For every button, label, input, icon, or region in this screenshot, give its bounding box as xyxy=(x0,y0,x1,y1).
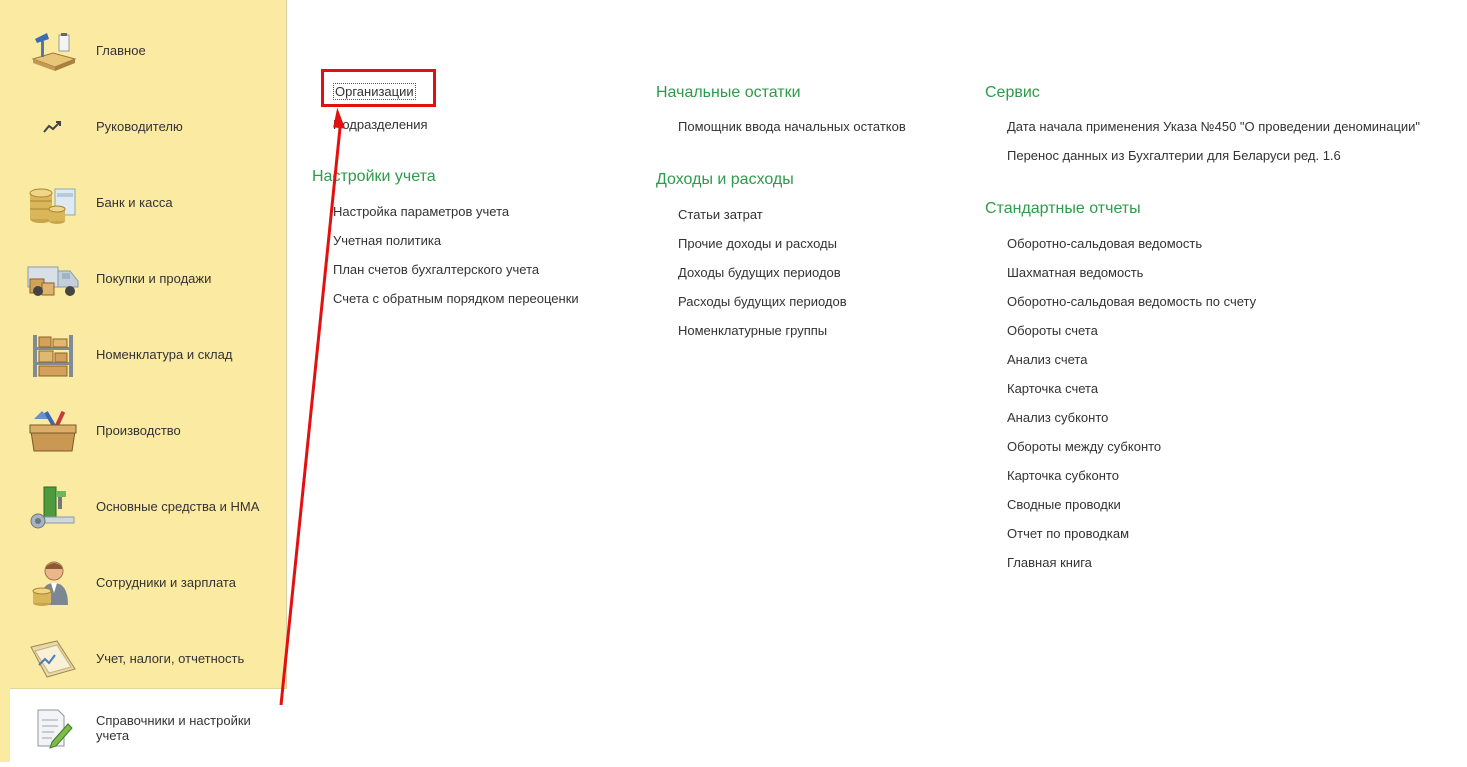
link-report-entries[interactable]: Отчет по проводкам xyxy=(1007,526,1129,541)
link-report-subconto-analysis[interactable]: Анализ субконто xyxy=(1007,410,1108,425)
link-other-income-expenses[interactable]: Прочие доходы и расходы xyxy=(678,236,837,251)
link-denomination-date[interactable]: Дата начала применения Указа №450 "О про… xyxy=(1007,119,1420,134)
sidebar-item-label: Справочники и настройки учета xyxy=(96,713,251,743)
link-data-transfer[interactable]: Перенос данных из Бухгалтерии для Белару… xyxy=(1007,148,1341,163)
sidebar-item-reports[interactable]: Учет, налоги, отчетность xyxy=(10,620,286,697)
sidebar-item-label: Главное xyxy=(96,43,146,58)
sidebar-item-references[interactable]: Справочники и настройки учета xyxy=(10,688,287,767)
coins-icon xyxy=(10,175,96,231)
sidebar-item-label: Сотрудники и зарплата xyxy=(96,575,236,590)
sidebar-item-label: Руководителю xyxy=(96,119,183,134)
sidebar: Главное Руководителю Банк и касса Покупк… xyxy=(0,0,287,767)
heading-accounting-settings: Настройки учета xyxy=(312,168,436,185)
link-report-chess[interactable]: Шахматная ведомость xyxy=(1007,265,1143,280)
trend-chart-icon xyxy=(10,99,96,155)
link-accounting-policy[interactable]: Учетная политика xyxy=(333,233,441,248)
link-report-subconto-turnover[interactable]: Обороты между субконто xyxy=(1007,439,1161,454)
sidebar-item-employees[interactable]: Сотрудники и зарплата xyxy=(10,544,286,621)
employee-icon xyxy=(10,555,96,611)
reports-folder-icon xyxy=(10,631,96,687)
sidebar-item-production[interactable]: Производство xyxy=(10,392,286,469)
sidebar-item-label: Производство xyxy=(96,423,181,438)
sidebar-item-label: Покупки и продажи xyxy=(96,271,212,286)
toolbox-icon xyxy=(10,403,96,459)
link-opening-balances-wizard[interactable]: Помощник ввода начальных остатков xyxy=(678,119,906,134)
warehouse-shelf-icon xyxy=(10,327,96,383)
heading-opening-balances: Начальные остатки xyxy=(656,84,801,101)
heading-income-expenses: Доходы и расходы xyxy=(656,171,794,188)
link-deferred-income[interactable]: Доходы будущих периодов xyxy=(678,265,841,280)
link-deferred-expenses[interactable]: Расходы будущих периодов xyxy=(678,294,847,309)
link-report-summary-entries[interactable]: Сводные проводки xyxy=(1007,497,1121,512)
link-accounting-parameters[interactable]: Настройка параметров учета xyxy=(333,204,509,219)
link-report-turnover-balance-account[interactable]: Оборотно-сальдовая ведомость по счету xyxy=(1007,294,1256,309)
sidebar-item-manager[interactable]: Руководителю xyxy=(10,88,286,165)
sidebar-item-fixed-assets[interactable]: Основные средства и НМА xyxy=(10,468,286,545)
link-report-account-turnover[interactable]: Обороты счета xyxy=(1007,323,1098,338)
link-report-general-ledger[interactable]: Главная книга xyxy=(1007,555,1092,570)
link-report-account-analysis[interactable]: Анализ счета xyxy=(1007,352,1087,367)
sidebar-item-warehouse[interactable]: Номенклатура и склад xyxy=(10,316,286,393)
link-report-account-card[interactable]: Карточка счета xyxy=(1007,381,1098,396)
heading-service: Сервис xyxy=(985,84,1040,101)
desk-lamp-icon xyxy=(10,23,96,79)
link-report-subconto-card[interactable]: Карточка субконто xyxy=(1007,468,1119,483)
sidebar-item-label: Номенклатура и склад xyxy=(96,347,233,362)
link-revaluation-accounts[interactable]: Счета с обратным порядком переоценки xyxy=(333,291,579,306)
heading-standard-reports: Стандартные отчеты xyxy=(985,200,1141,217)
link-cost-items[interactable]: Статьи затрат xyxy=(678,207,763,222)
document-pencil-icon xyxy=(10,700,96,756)
delivery-truck-icon xyxy=(10,251,96,307)
sidebar-item-label: Основные средства и НМА xyxy=(96,499,260,514)
sidebar-item-sales[interactable]: Покупки и продажи xyxy=(10,240,286,317)
annotation-highlight-box xyxy=(321,69,436,107)
sidebar-item-bank[interactable]: Банк и касса xyxy=(10,164,286,241)
machine-icon xyxy=(10,479,96,535)
link-product-groups[interactable]: Номенклатурные группы xyxy=(678,323,827,338)
link-departments[interactable]: Подразделения xyxy=(333,117,428,132)
sidebar-item-main[interactable]: Главное xyxy=(10,12,286,89)
sidebar-item-label: Банк и касса xyxy=(96,195,173,210)
link-chart-of-accounts[interactable]: План счетов бухгалтерского учета xyxy=(333,262,539,277)
link-report-turnover-balance[interactable]: Оборотно-сальдовая ведомость xyxy=(1007,236,1202,251)
sidebar-item-label: Учет, налоги, отчетность xyxy=(96,651,245,666)
